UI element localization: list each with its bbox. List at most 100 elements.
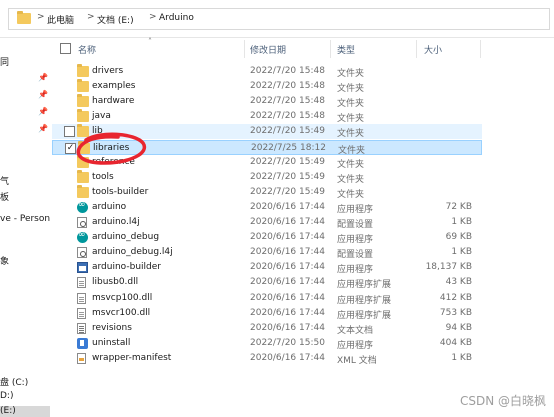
column-date[interactable]: 修改日期 [250, 43, 286, 56]
nav-item[interactable]: 板 [0, 190, 9, 203]
file-row[interactable]: arduino_debug.l4j 2020/6/16 17:44 配置设置 1 KB [52, 245, 482, 260]
file-name[interactable]: arduino_debug [92, 232, 159, 242]
file-name[interactable]: revisions [92, 323, 132, 333]
row-checkbox[interactable] [64, 126, 75, 138]
file-name[interactable]: hardware [92, 96, 134, 106]
file-row[interactable]: arduino-builder 2020/6/16 17:44 应用程序 18,137… [52, 260, 482, 275]
file-date: 2020/6/16 17:44 [250, 217, 325, 227]
file-date: 2022/7/20 15:50 [250, 337, 325, 348]
column-type[interactable]: 类型 [337, 43, 355, 56]
file-row[interactable]: lib 2022/7/20 15:49 文件夹 [52, 124, 482, 140]
file-row[interactable]: arduino 2020/6/16 17:44 应用程序 72 KB [52, 200, 482, 215]
file-row[interactable]: arduino_debug 2020/6/16 17:44 应用程序 69 KB [52, 230, 482, 245]
file-date: 2020/6/16 17:44 [250, 262, 325, 273]
file-row[interactable]: revisions 2020/6/16 17:44 文本文档 94 KB [52, 321, 482, 336]
file-row[interactable]: tools-builder 2022/7/20 15:49 文件夹 [52, 184, 482, 200]
file-type: 应用程序 [337, 340, 374, 351]
file-date: 2022/7/20 15:48 [250, 66, 325, 76]
dll-file-icon [77, 292, 86, 304]
settings-file-icon [77, 217, 87, 228]
file-date: 2020/6/16 17:44 [250, 201, 325, 212]
file-date: 2022/7/25 18:12 [251, 142, 326, 153]
file-row[interactable]: examples 2022/7/20 15:48 文件夹 [52, 79, 482, 94]
file-row[interactable]: tools 2022/7/20 15:49 文件夹 [52, 169, 482, 185]
file-size: 18,137 KB [425, 262, 472, 273]
folder-icon [77, 79, 89, 93]
row-checkbox[interactable]: ✓ [65, 142, 76, 154]
file-row[interactable]: arduino.l4j 2020/6/16 17:44 配置设置 1 KB [52, 215, 482, 230]
file-size: 69 KB [445, 232, 472, 243]
breadcrumb-this-pc[interactable]: 此电脑 [47, 13, 74, 26]
breadcrumb-separator: > [87, 12, 95, 22]
file-name[interactable]: uninstall [92, 338, 130, 348]
column-name[interactable]: 名称 [78, 43, 96, 56]
file-name[interactable]: java [92, 111, 111, 121]
file-name[interactable]: examples [92, 81, 135, 91]
file-row[interactable]: drivers 2022/7/20 15:48 文件夹 [52, 64, 482, 79]
file-row[interactable]: wrapper-manifest 2020/6/16 17:44 XML 文档 1 K… [52, 351, 482, 366]
file-date: 2020/6/16 17:44 [250, 247, 325, 258]
breadcrumb-separator: > [37, 12, 45, 22]
nav-item[interactable]: 象 [0, 254, 9, 267]
breadcrumb-drive-e[interactable]: 文档 (E:) [97, 13, 134, 26]
file-size: 94 KB [445, 322, 472, 333]
file-name[interactable]: arduino.l4j [92, 217, 140, 227]
folder-icon [77, 109, 89, 123]
column-divider[interactable] [416, 40, 417, 58]
column-divider[interactable] [480, 40, 481, 58]
file-type: 应用程序 [337, 204, 374, 215]
arduino-icon [77, 230, 88, 244]
nav-item[interactable]: 同 [0, 55, 9, 68]
file-type: 应用程序扩展 [337, 295, 392, 306]
file-name[interactable]: libraries [93, 143, 129, 153]
file-size: 1 KB [451, 352, 472, 363]
file-name[interactable]: msvcr100.dll [92, 308, 150, 318]
file-row[interactable]: msvcp100.dll 2020/6/16 17:44 应用程序扩展 412 KB [52, 291, 482, 306]
text-file-icon [77, 322, 86, 334]
file-date: 2020/6/16 17:44 [250, 307, 325, 318]
breadcrumb-separator: > [149, 12, 157, 22]
column-divider[interactable] [244, 40, 245, 58]
file-type: 文件夹 [337, 84, 365, 95]
file-name[interactable]: drivers [92, 66, 123, 76]
file-name[interactable]: reference [92, 157, 135, 167]
arduino-icon [77, 200, 88, 213]
column-size[interactable]: 大小 [424, 43, 442, 56]
file-name[interactable]: lib [92, 126, 103, 136]
file-type: 文件夹 [338, 145, 366, 156]
file-name[interactable]: tools-builder [92, 187, 148, 197]
file-row[interactable]: java 2022/7/20 15:48 文件夹 [52, 109, 482, 124]
file-name[interactable]: libusb0.dll [92, 277, 138, 287]
breadcrumb-arduino[interactable]: Arduino [159, 13, 194, 23]
settings-file-icon [77, 247, 87, 259]
folder-icon [77, 154, 89, 168]
file-type: 应用程序 [337, 235, 374, 246]
nav-item-drive-e[interactable]: (E:) [0, 406, 16, 416]
nav-item[interactable]: 气 [0, 174, 9, 187]
pin-icon[interactable]: 📌 [38, 90, 48, 99]
file-row[interactable]: reference 2022/7/20 15:49 文件夹 [52, 154, 482, 170]
nav-item-drive-c[interactable]: 盘 (C:) [0, 375, 28, 388]
file-date: 2022/7/20 15:48 [250, 111, 325, 122]
nav-item-drive-d[interactable]: D:) [0, 391, 13, 401]
nav-item-onedrive[interactable]: ve - Persona [0, 214, 50, 224]
file-name[interactable]: arduino_debug.l4j [92, 247, 173, 257]
pin-icon[interactable]: 📌 [38, 73, 48, 82]
file-row[interactable]: msvcr100.dll 2020/6/16 17:44 应用程序扩展 753 KB [52, 306, 482, 321]
file-size: 1 KB [451, 217, 472, 227]
file-name[interactable]: arduino [92, 202, 126, 212]
address-box[interactable]: > 此电脑 > 文档 (E:) > Arduino [8, 8, 550, 30]
pin-icon[interactable]: 📌 [38, 107, 48, 116]
file-name[interactable]: tools [92, 172, 114, 182]
watermark: CSDN @白晓枫 [459, 394, 546, 408]
file-name[interactable]: wrapper-manifest [92, 353, 171, 363]
file-row[interactable]: hardware 2022/7/20 15:48 文件夹 [52, 94, 482, 109]
pin-icon[interactable]: 📌 [38, 124, 48, 133]
file-name[interactable]: arduino-builder [92, 262, 161, 272]
column-divider[interactable] [330, 40, 331, 58]
file-row[interactable]: libusb0.dll 2020/6/16 17:44 应用程序扩展 43 KB [52, 275, 482, 290]
file-row[interactable]: uninstall 2022/7/20 15:50 应用程序 404 KB [52, 336, 482, 351]
file-name[interactable]: msvcp100.dll [92, 293, 152, 303]
file-row[interactable]: ✓ libraries 2022/7/25 18:12 文件夹 [52, 139, 482, 156]
select-all-checkbox[interactable] [60, 43, 71, 54]
